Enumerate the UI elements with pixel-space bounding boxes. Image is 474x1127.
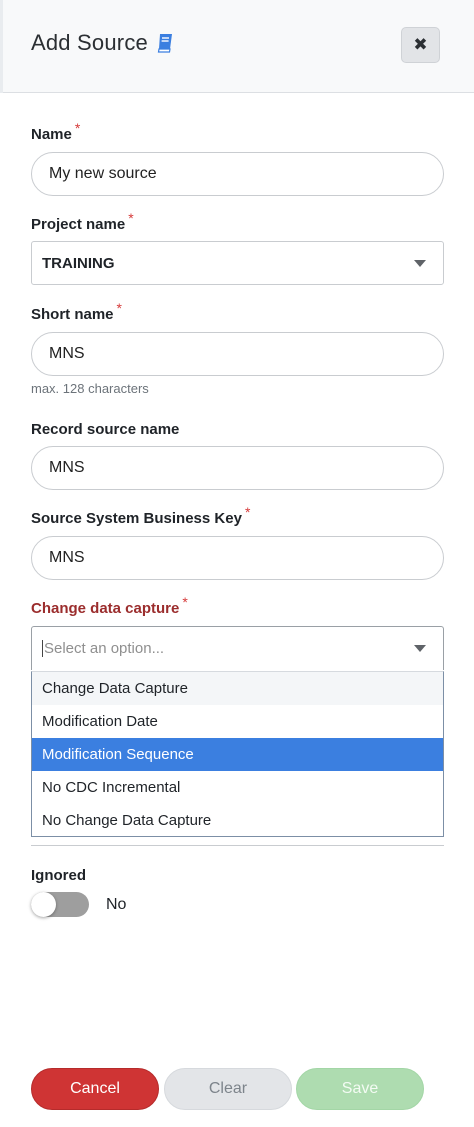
name-input[interactable]: My new source bbox=[31, 152, 444, 196]
name-input-value: My new source bbox=[49, 165, 157, 182]
business-key-value: MNS bbox=[49, 549, 85, 566]
project-name-select[interactable]: TRAINING bbox=[31, 241, 444, 285]
ignored-label: Ignored bbox=[31, 867, 86, 884]
hidden-field-underline bbox=[31, 845, 444, 846]
close-icon: ✖ bbox=[413, 35, 428, 54]
book-icon[interactable] bbox=[156, 33, 174, 53]
dialog-title-text: Add Source bbox=[31, 30, 148, 55]
ignored-label-text: Ignored bbox=[31, 867, 86, 884]
record-source-label: Record source name bbox=[31, 421, 179, 438]
cdc-option-no-cdc-incremental[interactable]: No CDC Incremental bbox=[32, 771, 443, 804]
business-key-label: Source System Business Key * bbox=[31, 504, 250, 527]
project-name-label: Project name * bbox=[31, 210, 134, 233]
cancel-button[interactable]: Cancel bbox=[31, 1068, 159, 1110]
short-name-label-text: Short name bbox=[31, 306, 114, 323]
cdc-option-change-data-capture[interactable]: Change Data Capture bbox=[32, 672, 443, 705]
record-source-label-text: Record source name bbox=[31, 421, 180, 438]
required-marker: * bbox=[116, 300, 122, 316]
business-key-label-text: Source System Business Key bbox=[31, 510, 242, 527]
dialog-title: Add Source bbox=[31, 30, 174, 56]
header-edge bbox=[0, 0, 3, 93]
cdc-option-modification-date[interactable]: Modification Date bbox=[32, 705, 443, 738]
cdc-dropdown-menu: Change Data Capture Modification Date Mo… bbox=[31, 671, 444, 837]
cdc-label-text: Change data capture bbox=[31, 600, 180, 617]
project-name-label-text: Project name bbox=[31, 216, 126, 233]
chevron-down-icon[interactable] bbox=[414, 260, 426, 267]
short-name-input[interactable]: MNS bbox=[31, 332, 444, 376]
save-button-label: Save bbox=[341, 1080, 379, 1097]
cdc-option-modification-sequence[interactable]: Modification Sequence bbox=[32, 738, 443, 771]
name-label-text: Name bbox=[31, 126, 72, 143]
required-marker: * bbox=[74, 120, 81, 136]
cdc-option-no-change-data-capture[interactable]: No Change Data Capture bbox=[32, 804, 443, 837]
project-name-value: TRAINING bbox=[42, 254, 115, 272]
short-name-value: MNS bbox=[49, 345, 85, 362]
text-cursor bbox=[42, 640, 43, 657]
save-button[interactable]: Save bbox=[296, 1068, 424, 1110]
clear-button[interactable]: Clear bbox=[164, 1068, 292, 1110]
cdc-select[interactable]: Select an option... bbox=[31, 626, 444, 670]
dialog-header: Add Source ✖ bbox=[0, 0, 474, 93]
ignored-toggle[interactable] bbox=[31, 892, 89, 917]
short-name-help: max. 128 characters bbox=[31, 381, 149, 396]
close-button[interactable]: ✖ bbox=[401, 27, 440, 63]
required-marker: * bbox=[244, 504, 251, 520]
record-source-value: MNS bbox=[49, 459, 85, 476]
chevron-down-icon[interactable] bbox=[414, 645, 426, 652]
toggle-knob bbox=[31, 892, 56, 917]
cancel-button-label: Cancel bbox=[70, 1080, 120, 1097]
clear-button-label: Clear bbox=[208, 1080, 248, 1097]
record-source-input[interactable]: MNS bbox=[31, 446, 444, 490]
ignored-state-text: No bbox=[106, 896, 127, 913]
required-marker: * bbox=[128, 210, 134, 226]
name-label: Name * bbox=[31, 120, 80, 143]
cdc-placeholder: Select an option... bbox=[44, 640, 165, 657]
required-marker: * bbox=[182, 594, 188, 610]
cdc-label: Change data capture * bbox=[31, 594, 188, 617]
short-name-label: Short name * bbox=[31, 300, 122, 323]
business-key-input[interactable]: MNS bbox=[31, 536, 444, 580]
